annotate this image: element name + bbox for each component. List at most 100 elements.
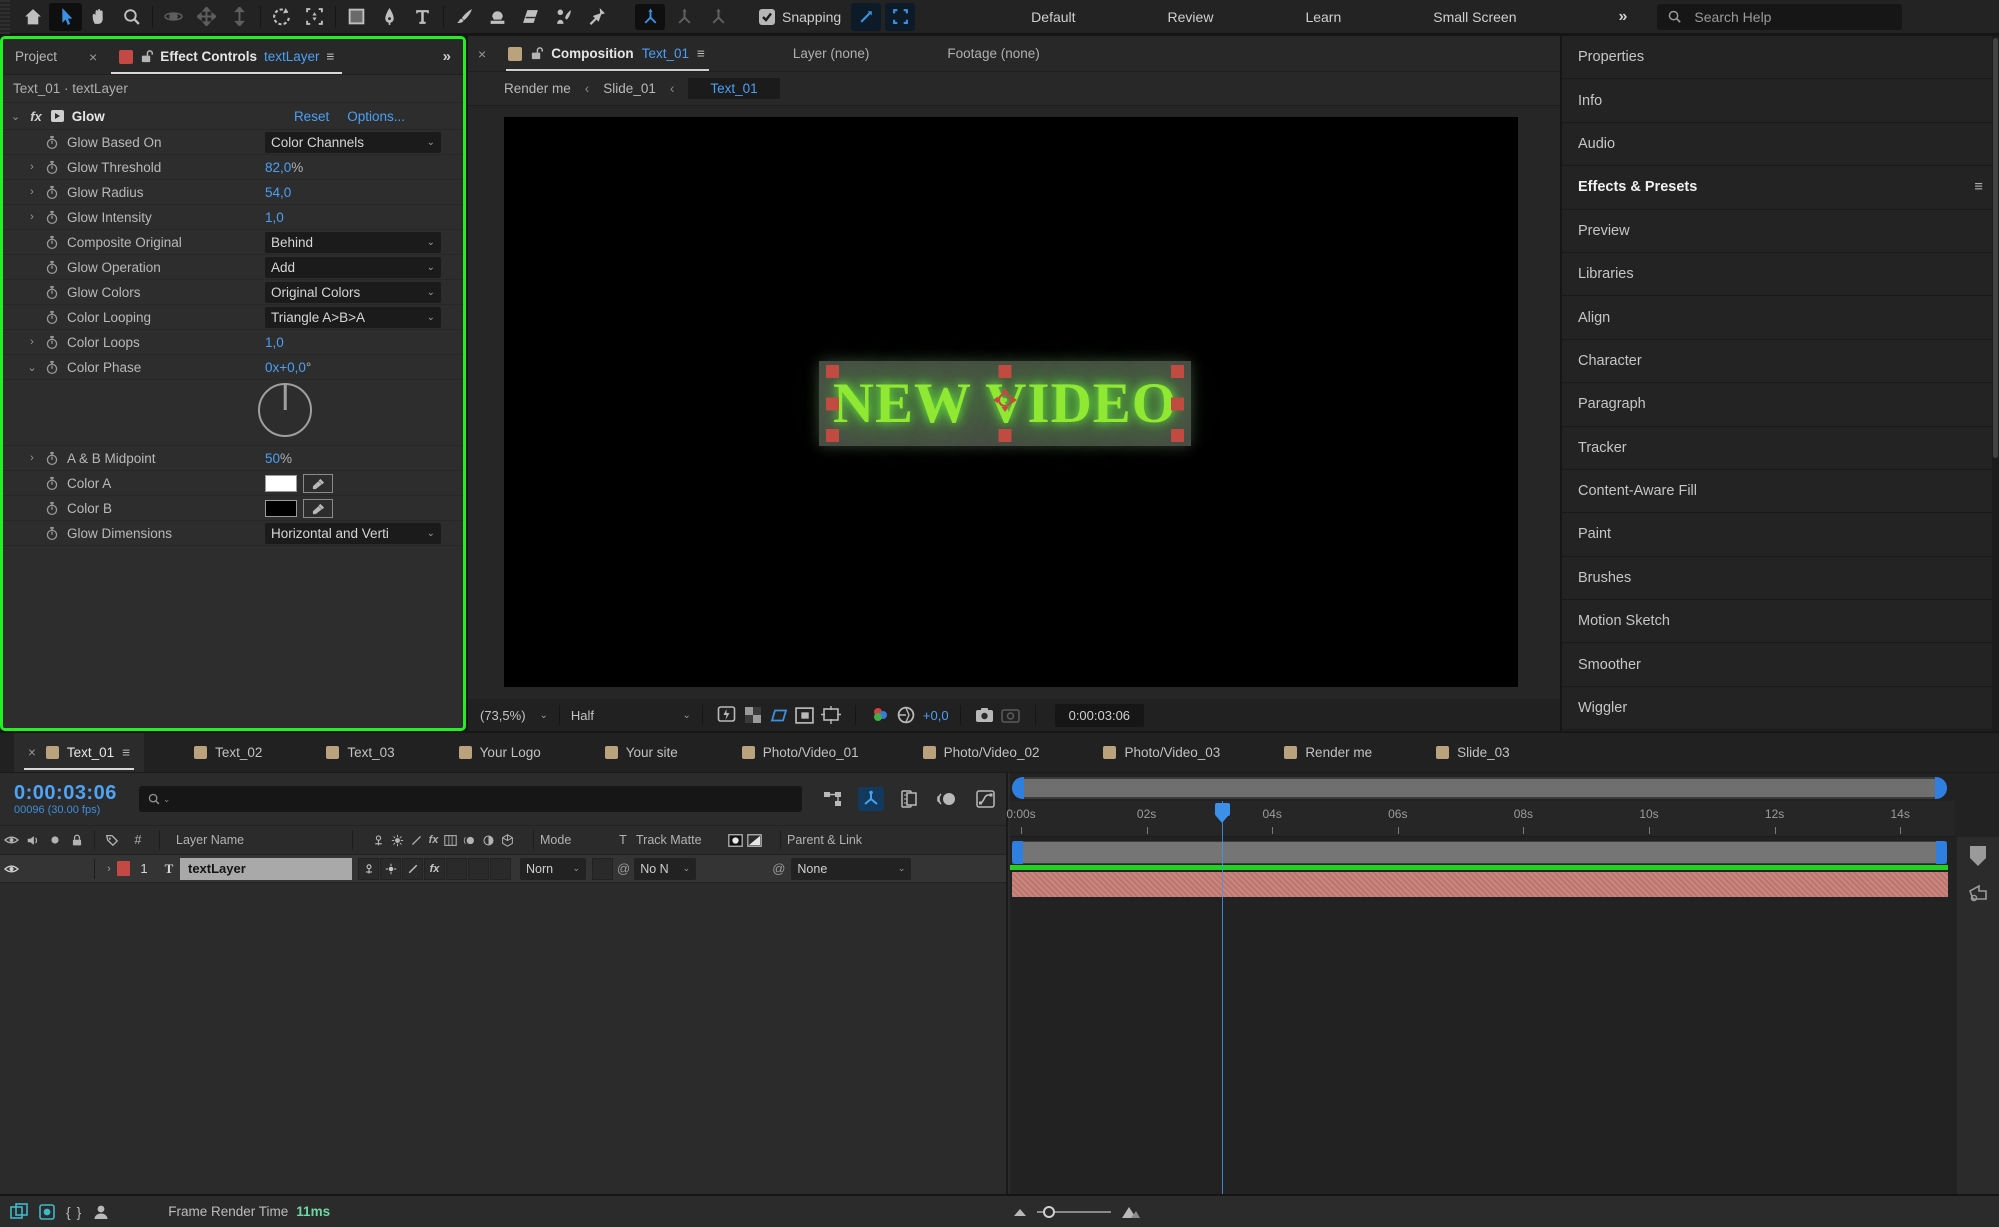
mask-visibility-icon[interactable] xyxy=(792,704,818,726)
breadcrumb-text-01[interactable]: Text_01 xyxy=(688,78,780,99)
track-matte-dropdown[interactable]: No N ⌄ xyxy=(634,857,697,880)
selection-handle[interactable] xyxy=(998,429,1012,442)
anchor-point-icon[interactable] xyxy=(992,387,1018,413)
selection-tool[interactable] xyxy=(49,2,82,31)
draft-3d-icon[interactable] xyxy=(858,787,884,811)
parent-link-column-header[interactable]: Parent & Link xyxy=(787,833,862,847)
layer-expander[interactable]: › xyxy=(101,863,117,875)
effect-row-a-b-midpoint[interactable]: › A & B Midpoint 50% xyxy=(3,446,463,471)
frame-blending-icon[interactable] xyxy=(896,787,922,811)
timeline-tab-text-02[interactable]: Text_02 xyxy=(180,733,276,772)
expander-icon[interactable]: › xyxy=(25,452,39,464)
breadcrumb-render-me[interactable]: Render me xyxy=(504,81,571,96)
property-value[interactable]: 54,0 xyxy=(265,185,291,200)
angle-dial[interactable] xyxy=(258,383,312,437)
stopwatch-icon[interactable] xyxy=(45,360,59,375)
comp-camera-icon[interactable] xyxy=(1967,883,1989,903)
toolbar-grip[interactable] xyxy=(0,0,10,34)
timeline-tab-text-03[interactable]: Text_03 xyxy=(312,733,408,772)
sidebar-item-content-aware-fill[interactable]: Content-Aware Fill xyxy=(1562,470,1999,514)
magnification-dropdown[interactable]: (73,5%) ⌄ xyxy=(480,708,548,723)
sidebar-item-libraries[interactable]: Libraries xyxy=(1562,253,1999,297)
selection-handle[interactable] xyxy=(826,429,839,442)
expander-icon[interactable]: › xyxy=(25,186,39,198)
unlock-icon[interactable] xyxy=(140,49,154,64)
zoom-in-icon[interactable] xyxy=(1121,1205,1141,1219)
stopwatch-icon[interactable] xyxy=(45,210,59,225)
close-tab-icon[interactable]: × xyxy=(89,49,97,65)
empty-switch[interactable] xyxy=(446,857,467,880)
selection-handle[interactable] xyxy=(826,365,839,378)
expander-icon[interactable]: › xyxy=(25,161,39,173)
selection-handle[interactable] xyxy=(1171,429,1184,442)
property-value[interactable]: 1,0 xyxy=(265,335,284,350)
parent-dropdown[interactable]: None ⌄ xyxy=(791,857,912,880)
mode-column-header[interactable]: Mode xyxy=(540,833,610,847)
pan-camera-tool[interactable] xyxy=(190,3,223,31)
tab-layer-viewer[interactable]: Layer (none) xyxy=(793,46,870,61)
comp-marker-icon[interactable] xyxy=(1968,845,1988,867)
color-swatch[interactable] xyxy=(265,499,297,517)
stopwatch-icon[interactable] xyxy=(45,476,59,491)
effect-row-glow-operation[interactable]: Glow Operation Add ⌄ xyxy=(3,255,463,280)
channel-color-icon[interactable] xyxy=(867,704,893,726)
snapshot-icon[interactable] xyxy=(972,704,998,726)
graph-editor-icon[interactable] xyxy=(972,787,998,811)
stopwatch-icon[interactable] xyxy=(45,160,59,175)
layer-name-column-header[interactable]: Layer Name xyxy=(166,833,346,847)
hand-tool[interactable] xyxy=(82,3,115,31)
panel-menu-icon[interactable]: ≡ xyxy=(1975,179,1983,195)
effects-switch[interactable]: fx xyxy=(424,857,445,880)
close-tab-icon[interactable]: × xyxy=(28,745,36,760)
empty-switch[interactable] xyxy=(490,857,511,880)
timeline-tab-your-site[interactable]: Your site xyxy=(591,733,692,772)
resolution-dropdown[interactable]: Half ⌄ xyxy=(571,708,691,723)
timeline-tab-render-me[interactable]: Render me xyxy=(1270,733,1386,772)
effect-row-glow-based-on[interactable]: Glow Based On Color Channels ⌄ xyxy=(3,130,463,155)
empty-switch[interactable] xyxy=(468,857,489,880)
property-dropdown[interactable]: Add ⌄ xyxy=(265,256,441,278)
property-value[interactable]: 82,0% xyxy=(265,160,303,175)
eyedropper-icon[interactable] xyxy=(303,498,333,518)
effect-row-color-phase[interactable]: ⌄ Color Phase 0x+0,0° xyxy=(3,355,463,380)
workspace-small-screen[interactable]: Small Screen xyxy=(1387,9,1562,25)
sidebar-item-character[interactable]: Character xyxy=(1562,340,1999,384)
transparency-grid-icon[interactable] xyxy=(740,704,766,726)
reset-effect-link[interactable]: Reset xyxy=(294,109,329,124)
preserve-transparency-toggle[interactable] xyxy=(592,857,613,880)
effect-row-composite-original[interactable]: Composite Original Behind ⌄ xyxy=(3,230,463,255)
stopwatch-icon[interactable] xyxy=(45,526,59,541)
rotation-tool[interactable] xyxy=(265,3,298,31)
stopwatch-icon[interactable] xyxy=(45,285,59,300)
property-value[interactable]: 1,0 xyxy=(265,210,284,225)
panel-overflow-button[interactable]: » xyxy=(443,48,463,65)
property-dropdown[interactable]: Color Channels ⌄ xyxy=(265,131,441,153)
breadcrumb-slide-01[interactable]: Slide_01 xyxy=(603,81,656,96)
exposure-icon[interactable] xyxy=(893,704,919,726)
work-area-bar[interactable] xyxy=(1012,841,1947,864)
playhead[interactable] xyxy=(1214,801,1230,1194)
effect-row-glow-threshold[interactable]: › Glow Threshold 82,0% xyxy=(3,155,463,180)
timeline-tab-slide-03[interactable]: Slide_03 xyxy=(1422,733,1524,772)
stopwatch-icon[interactable] xyxy=(45,260,59,275)
puppet-pin-tool[interactable] xyxy=(580,3,613,31)
glow-effect-header[interactable]: ⌄ fx Glow Reset Options... xyxy=(3,103,463,130)
panel-menu-icon[interactable]: ≡ xyxy=(327,49,335,64)
timeline-tab-text-01[interactable]: × Text_01 ≡ xyxy=(14,733,145,772)
roto-brush-tool[interactable] xyxy=(547,3,580,31)
zoom-out-icon[interactable] xyxy=(1013,1206,1027,1217)
time-ruler[interactable]: 0:00s 02s 04s 06s 08s 10s 12s 14s xyxy=(1006,801,1955,837)
selected-text-layer[interactable]: NEW VIDEO xyxy=(819,361,1191,446)
snapping-checkbox[interactable] xyxy=(759,8,775,25)
mini-flowchart-icon[interactable] xyxy=(820,787,846,811)
eraser-tool[interactable] xyxy=(514,3,547,31)
property-value[interactable]: 0x+0,0° xyxy=(265,360,311,375)
expander-icon[interactable]: ⌄ xyxy=(25,361,39,374)
property-dropdown[interactable]: Horizontal and Verti ⌄ xyxy=(265,522,441,544)
sidebar-item-brushes[interactable]: Brushes xyxy=(1562,557,1999,601)
sidebar-item-tracker[interactable]: Tracker xyxy=(1562,427,1999,470)
sidebar-item-audio[interactable]: Audio xyxy=(1562,123,1999,167)
show-snapshot-icon[interactable] xyxy=(998,704,1024,726)
type-tool[interactable] xyxy=(406,3,439,31)
current-timecode[interactable]: 0:00:03:06 xyxy=(14,782,117,804)
